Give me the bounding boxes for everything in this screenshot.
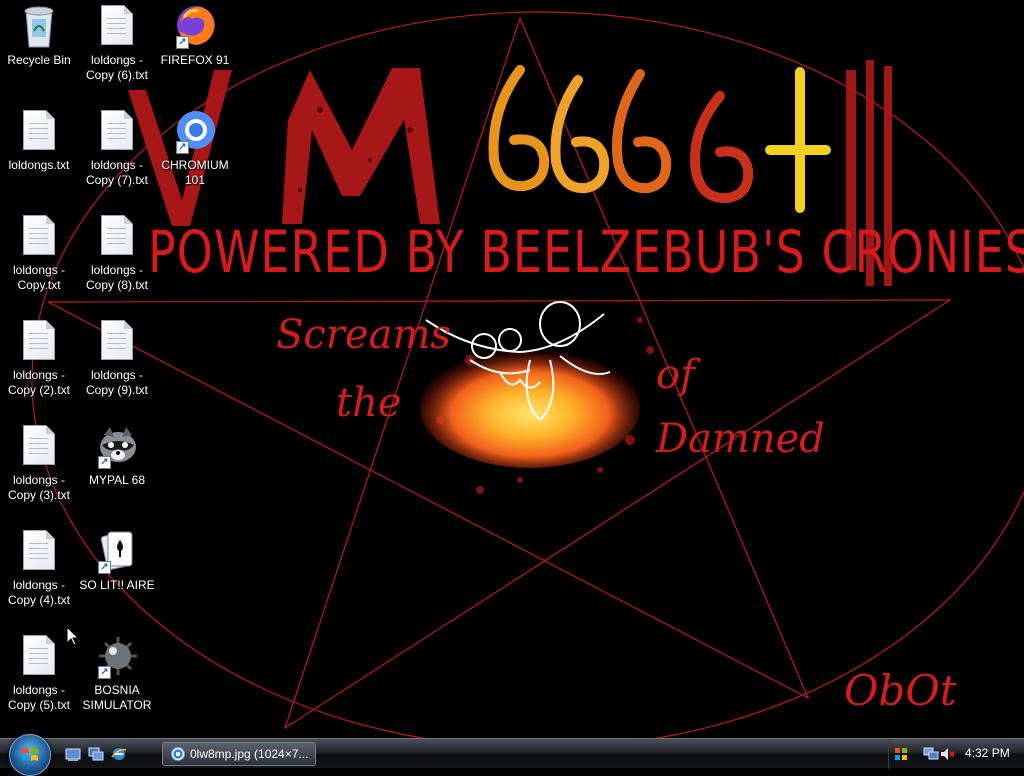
firefox-icon: ↗: [174, 3, 216, 49]
desktop-icon-text-file[interactable]: loldongs - Copy (2).txt: [0, 318, 78, 398]
chromium-icon: [171, 747, 185, 761]
desktop-icon-label: SO LIT!! AIRE: [79, 578, 155, 592]
volume-muted-icon[interactable]: [939, 746, 955, 762]
desktop-icon-label: loldongs.txt: [8, 158, 70, 172]
text-file-icon: [18, 318, 60, 364]
desktop-icon-text-file[interactable]: loldongs - Copy (7).txt: [78, 108, 156, 188]
shortcut-arrow-icon: ↗: [98, 561, 111, 574]
recycle-bin-icon: [18, 3, 60, 49]
desktop-icon-solitaire[interactable]: ↗ SO LIT!! AIRE: [78, 528, 156, 593]
wallpaper-word: the: [336, 380, 402, 426]
desktop-icon-text-file[interactable]: loldongs - Copy (6).txt: [78, 3, 156, 83]
mypal-raccoon-icon: ↗: [96, 423, 138, 469]
desktop-icon-label: loldongs - Copy (4).txt: [7, 578, 70, 607]
desktop-icon-label: FIREFOX 91: [160, 53, 230, 67]
text-file-icon: [18, 528, 60, 574]
desktop-icon-label: loldongs - Copy (7).txt: [85, 158, 148, 187]
wallpaper-word: Screams: [276, 312, 451, 358]
taskbar-button-image-viewer[interactable]: 0lw8mp.jpg (1024×7...: [162, 742, 316, 766]
desktop-icon-label: loldongs - Copy (3).txt: [7, 473, 70, 502]
shortcut-arrow-icon: ↗: [98, 666, 111, 679]
start-orb-icon[interactable]: [9, 734, 51, 776]
desktop-icon-label: CHROMIUM 101: [161, 158, 229, 187]
desktop-icon-label: MYPAL 68: [88, 473, 146, 487]
desktop-icon-text-file[interactable]: loldongs - Copy (8).txt: [78, 213, 156, 293]
desktop-icon-bosnia-simulator[interactable]: ↗ BOSNIA SIMULATOR: [78, 633, 156, 713]
desktop-icon-recycle-bin[interactable]: Recycle Bin: [0, 3, 78, 68]
internet-explorer-icon[interactable]: [111, 746, 127, 762]
shortcut-arrow-icon: ↗: [98, 456, 111, 469]
mouse-cursor-icon: [67, 627, 79, 646]
text-file-icon: [18, 423, 60, 469]
text-file-icon: [18, 108, 60, 154]
desktop-icon-mypal[interactable]: ↗ MYPAL 68: [78, 423, 156, 488]
desktop-icon-label: loldongs - Copy (9).txt: [85, 368, 148, 397]
wallpaper-headline: POWERED BY BEELZEBUB'S CRONIES: [148, 218, 1024, 286]
wallpaper-signature: ObOt: [844, 666, 957, 715]
desktop-icon-text-file[interactable]: loldongs - Copy (9).txt: [78, 318, 156, 398]
shortcut-arrow-icon: ↗: [176, 141, 189, 154]
desktop-icon-firefox[interactable]: ↗ FIREFOX 91: [156, 3, 234, 68]
desktop-icon-label: loldongs - Copy (8).txt: [85, 263, 148, 292]
wallpaper-word: of: [656, 352, 695, 398]
network-icon[interactable]: [923, 746, 939, 762]
desktop-icon-label: loldongs - Copy.txt: [12, 263, 66, 292]
shortcut-arrow-icon: ↗: [176, 36, 189, 49]
windows-update-shield-icon[interactable]: [893, 746, 909, 762]
taskbar: 0lw8mp.jpg (1024×7... 4:32 PM: [0, 734, 1024, 776]
text-file-icon: [96, 318, 138, 364]
taskbar-clock[interactable]: 4:32 PM: [965, 746, 1010, 760]
chromium-icon: ↗: [174, 108, 216, 154]
text-file-icon: [96, 108, 138, 154]
show-desktop-icon[interactable]: [65, 746, 81, 762]
wallpaper-word: Damned: [656, 416, 825, 462]
desktop-icon-text-file[interactable]: loldongs - Copy (3).txt: [0, 423, 78, 503]
desktop-icon-text-file[interactable]: loldongs - Copy.txt: [0, 213, 78, 293]
switch-windows-icon[interactable]: [88, 746, 104, 762]
desktop-icon-label: loldongs - Copy (6).txt: [85, 53, 148, 82]
text-file-icon: [96, 3, 138, 49]
desktop-icon-text-file[interactable]: loldongs.txt: [0, 108, 78, 173]
text-file-icon: [18, 213, 60, 259]
desktop-icon-label: loldongs - Copy (5).txt: [7, 683, 70, 712]
desktop-icon-label: loldongs - Copy (2).txt: [7, 368, 70, 397]
text-file-icon: [18, 633, 60, 679]
desktop-icon-text-file[interactable]: loldongs - Copy (4).txt: [0, 528, 78, 608]
desktop-icon-label: Recycle Bin: [7, 53, 71, 67]
desktop-icon-label: BOSNIA SIMULATOR: [82, 683, 152, 712]
minesweeper-mine-icon: ↗: [96, 633, 138, 679]
solitaire-cards-icon: ↗: [96, 528, 138, 574]
desktop-icon-chromium[interactable]: ↗ CHROMIUM 101: [156, 108, 234, 188]
taskbar-button-label: 0lw8mp.jpg (1024×7...: [190, 747, 309, 761]
desktop[interactable]: POWERED BY BEELZEBUB'S CRONIES Screams t…: [0, 0, 1024, 738]
text-file-icon: [96, 213, 138, 259]
